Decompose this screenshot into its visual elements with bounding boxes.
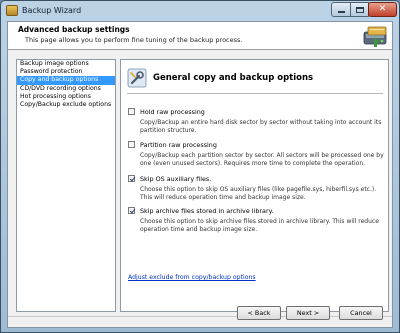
title-bar[interactable]: Backup Wizard ✕ — [1, 1, 399, 21]
maximize-icon — [355, 6, 364, 13]
back-button[interactable]: < Back — [237, 306, 281, 320]
close-icon: ✕ — [378, 4, 387, 14]
wrench-settings-icon — [127, 68, 147, 88]
skip-archive-files-description: Choose this option to skip archive files… — [140, 218, 379, 234]
wizard-header: Advanced backup settings This page allow… — [8, 22, 392, 50]
app-icon — [6, 5, 18, 16]
partition-raw-processing-label[interactable]: Partition raw processing — [140, 141, 217, 149]
option-partition-raw-processing: Partition raw processing Copy/Backup eac… — [128, 140, 386, 169]
option-skip-os-auxiliary-files: Skip OS auxiliary files. Choose this opt… — [128, 174, 386, 203]
page-title: Advanced backup settings — [18, 25, 130, 34]
sidebar-item-hot-processing-options[interactable]: Hot processing options — [17, 93, 115, 101]
option-skip-archive-files: Skip archive files stored in archive lib… — [128, 206, 386, 235]
cancel-button[interactable]: Cancel — [339, 306, 383, 320]
page-subtitle: This page allows you to perform fine tun… — [25, 36, 243, 44]
adjust-exclude-options-link[interactable]: Adjust exclude from copy/backup options — [128, 274, 256, 281]
sidebar-item-password-protection[interactable]: Password protection — [17, 68, 115, 76]
close-button[interactable]: ✕ — [368, 2, 397, 17]
partition-raw-processing-description: Copy/Backup each partition sector by sec… — [140, 152, 384, 168]
hold-raw-processing-checkbox[interactable] — [128, 108, 135, 115]
sidebar-item-backup-image-options[interactable]: Backup image options — [17, 60, 115, 68]
skip-os-auxiliary-files-label[interactable]: Skip OS auxiliary files. — [140, 175, 211, 183]
settings-panel: General copy and backup options Hold raw… — [120, 59, 389, 312]
hold-raw-processing-label[interactable]: Hold raw processing — [140, 108, 205, 116]
panel-title: General copy and backup options — [153, 73, 314, 83]
minimize-icon — [337, 11, 345, 13]
hard-drive-backup-icon — [363, 26, 387, 47]
sidebar-item-cd-dvd-recording-options[interactable]: CD/DVD recording options — [17, 85, 115, 93]
wizard-client-area: Advanced backup settings This page allow… — [7, 21, 393, 328]
maximize-button[interactable] — [350, 2, 369, 17]
window-title: Backup Wizard — [22, 6, 82, 15]
partition-raw-processing-checkbox[interactable] — [128, 141, 135, 148]
minimize-button[interactable] — [331, 2, 351, 17]
backup-wizard-window: Backup Wizard ✕ Advanced backup settings… — [0, 0, 400, 333]
hold-raw-processing-description: Copy/Backup an entire hard disk sector b… — [140, 119, 382, 135]
footer-divider — [8, 316, 392, 317]
panel-divider — [127, 93, 383, 94]
settings-category-list[interactable]: Backup image options Password protection… — [16, 59, 116, 312]
skip-archive-files-label[interactable]: Skip archive files stored in archive lib… — [140, 207, 273, 215]
next-button[interactable]: Next > — [286, 306, 330, 320]
skip-os-auxiliary-files-description: Choose this option to skip OS auxiliary … — [140, 186, 377, 202]
option-hold-raw-processing: Hold raw processing Copy/Backup an entir… — [128, 107, 386, 136]
sidebar-item-copy-backup-exclude-options[interactable]: Copy/Backup exclude options — [17, 101, 115, 109]
sidebar-item-copy-and-backup-options[interactable]: Copy and backup options — [17, 76, 115, 85]
skip-os-auxiliary-files-checkbox[interactable] — [128, 175, 135, 182]
skip-archive-files-checkbox[interactable] — [128, 207, 135, 214]
